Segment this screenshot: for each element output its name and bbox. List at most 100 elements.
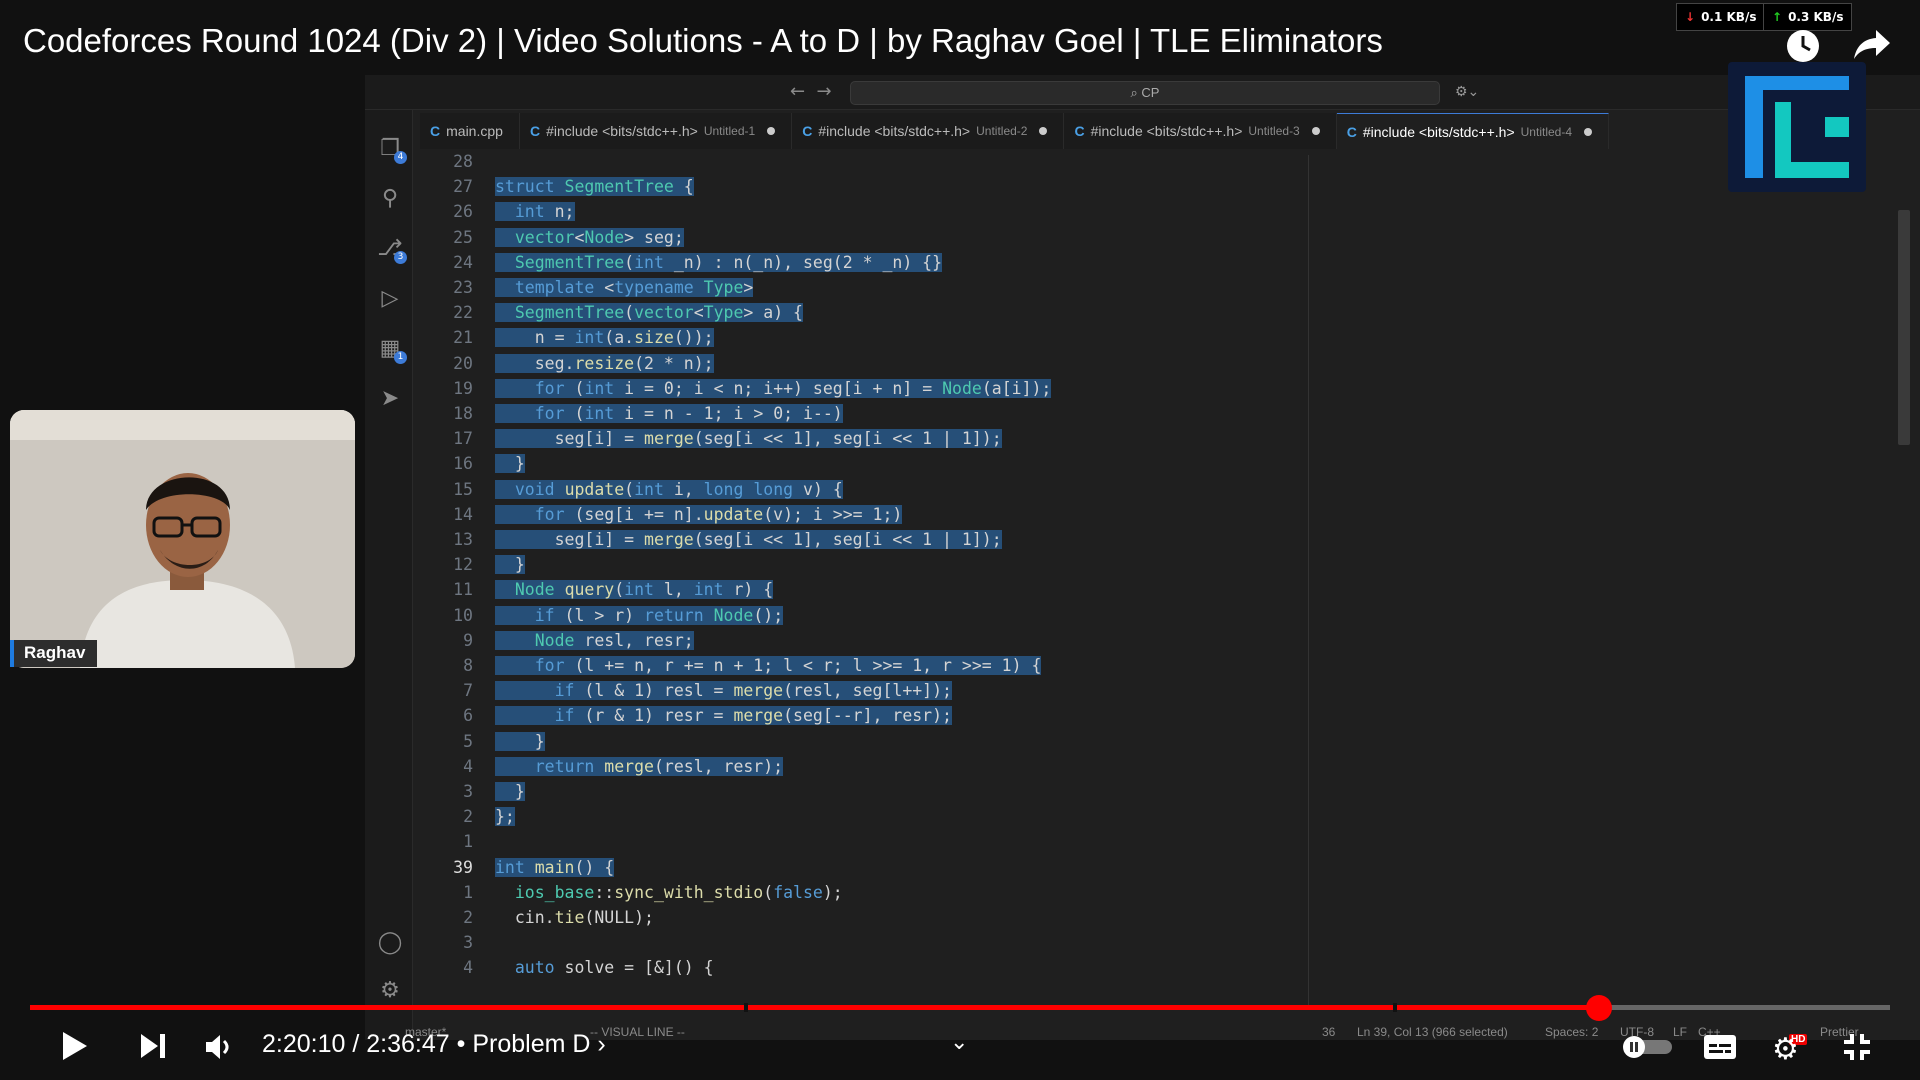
- line-number: 4: [463, 958, 473, 978]
- code-line[interactable]: 25 vector<Node> seg;: [413, 225, 1613, 250]
- code-line[interactable]: 26 int n;: [413, 199, 1613, 224]
- unsaved-dot-icon[interactable]: [1311, 127, 1320, 135]
- explorer-icon[interactable]: ❐ 4: [377, 136, 407, 164]
- code-line[interactable]: 6 if (r & 1) resr = merge(seg[--r], resr…: [413, 703, 1613, 728]
- code-line[interactable]: 1: [413, 829, 1613, 854]
- command-center-label: CP: [1141, 85, 1160, 100]
- editor-tab[interactable]: C #include <bits/stdc++.h> Untitled-2: [792, 113, 1065, 149]
- editor-tab[interactable]: C #include <bits/stdc++.h> Untitled-3: [1064, 113, 1337, 149]
- code-line[interactable]: 7 if (l & 1) resl = merge(resl, seg[l++]…: [413, 678, 1613, 703]
- autoplay-toggle[interactable]: [1622, 1034, 1674, 1063]
- chevron-down-icon[interactable]: ⌄: [950, 1030, 968, 1055]
- editor-tab[interactable]: C #include <bits/stdc++.h> Untitled-4: [1336, 113, 1609, 149]
- code-line[interactable]: 11 Node query(int l, int r) {: [413, 577, 1613, 602]
- code-text: SegmentTree(vector<Type> a) {: [495, 300, 803, 325]
- code-line[interactable]: 16 }: [413, 451, 1613, 476]
- command-center[interactable]: ⌕ CP: [850, 81, 1440, 105]
- code-line[interactable]: 2 cin.tie(NULL);: [413, 905, 1613, 930]
- code-content: };: [495, 807, 515, 827]
- code-text: }: [495, 729, 545, 754]
- code-text: Node query(int l, int r) {: [495, 577, 774, 602]
- volume-icon[interactable]: [204, 1033, 234, 1066]
- tab-description: Untitled-2: [976, 124, 1028, 138]
- code-line[interactable]: 1 ios_base::sync_with_stdio(false);: [413, 880, 1613, 905]
- settings-icon[interactable]: ⚙: [1772, 1032, 1799, 1067]
- editor-tab[interactable]: C #include <bits/stdc++.h> Untitled-1: [519, 113, 793, 149]
- code-line[interactable]: 3 }: [413, 779, 1613, 804]
- code-line[interactable]: 28: [413, 149, 1613, 174]
- editor-scrollbar[interactable]: [1898, 210, 1910, 445]
- code-line[interactable]: 4 return merge(resl, resr);: [413, 754, 1613, 779]
- cursor-position[interactable]: Ln 39, Col 13 (966 selected): [1357, 1025, 1508, 1039]
- code-line[interactable]: 14 for (seg[i += n].update(v); i >>= 1;): [413, 502, 1613, 527]
- code-line[interactable]: 24 SegmentTree(int _n) : n(_n), seg(2 * …: [413, 250, 1613, 275]
- code-text: if (l & 1) resl = merge(resl, seg[l++]);: [495, 678, 952, 703]
- code-line[interactable]: 13 seg[i] = merge(seg[i << 1], seg[i << …: [413, 527, 1613, 552]
- tab-label: #include <bits/stdc++.h>: [1090, 123, 1243, 139]
- code-line[interactable]: 2};: [413, 804, 1613, 829]
- code-line[interactable]: 12 }: [413, 552, 1613, 577]
- line-number: 8: [463, 656, 473, 675]
- code-line[interactable]: 22 SegmentTree(vector<Type> a) {: [413, 300, 1613, 325]
- search-icon[interactable]: ⚲: [377, 186, 403, 212]
- code-line[interactable]: 39 int main() {: [413, 855, 1613, 880]
- code-content: for (int i = n - 1; i > 0; i--): [495, 404, 843, 423]
- code-content: for (l += n, r += n + 1; l < r; l >>= 1,…: [495, 656, 1042, 675]
- unsaved-dot-icon[interactable]: [1039, 127, 1048, 135]
- exit-fullscreen-icon[interactable]: [1842, 1032, 1872, 1067]
- code-line[interactable]: 8 for (l += n, r += n + 1; l < r; l >>= …: [413, 653, 1613, 678]
- line-number: 3: [463, 782, 473, 801]
- code-line[interactable]: 10 if (l > r) return Node();: [413, 603, 1613, 628]
- subtitles-icon[interactable]: [1703, 1034, 1737, 1065]
- code-line[interactable]: 23 template <typename Type>: [413, 275, 1613, 300]
- code-line[interactable]: 19 for (int i = 0; i < n; i++) seg[i + n…: [413, 376, 1613, 401]
- scrubber-knob[interactable]: [1586, 995, 1613, 1021]
- nav-arrows-icon[interactable]: ← →: [790, 81, 832, 102]
- code-editor[interactable]: 28 27 struct SegmentTree {26 int n; 25 vect…: [413, 149, 1913, 1019]
- line-number: 3: [463, 933, 473, 953]
- tab-description: Untitled-1: [703, 124, 756, 138]
- share-icon[interactable]: [1852, 28, 1892, 67]
- code-line[interactable]: 4 auto solve = [&]() {: [413, 955, 1613, 980]
- competitive-companion-icon[interactable]: ➤: [377, 386, 403, 412]
- editor-tab[interactable]: Cmain.cpp: [420, 113, 520, 149]
- account-icon[interactable]: ◯: [377, 930, 403, 956]
- copilot-icon[interactable]: ⚙⌄: [1455, 83, 1479, 100]
- eol-status[interactable]: LF: [1673, 1025, 1687, 1039]
- indent-status[interactable]: Spaces: 2: [1545, 1025, 1598, 1039]
- code-line[interactable]: 17 seg[i] = merge(seg[i << 1], seg[i << …: [413, 426, 1613, 451]
- play-icon[interactable]: [58, 1030, 90, 1067]
- cpp-file-icon: C: [529, 123, 541, 139]
- code-text: for (seg[i += n].update(v); i >>= 1;): [495, 502, 903, 527]
- code-content: Node query(int l, int r) {: [495, 580, 774, 600]
- code-line[interactable]: 27 struct SegmentTree {: [413, 174, 1613, 199]
- code-line[interactable]: 3: [413, 930, 1613, 955]
- run-debug-icon[interactable]: ▷: [377, 286, 403, 312]
- settings-gear-icon[interactable]: ⚙: [377, 978, 403, 1004]
- extensions-icon[interactable]: ▦ 1: [377, 336, 407, 364]
- code-text: cin.tie(NULL);: [495, 905, 654, 930]
- code-line[interactable]: 18 for (int i = n - 1; i > 0; i--): [413, 401, 1613, 426]
- code-content: return merge(resl, resr);: [495, 756, 784, 776]
- code-line[interactable]: 20 seg.resize(2 * n);: [413, 351, 1613, 376]
- line-number: 6: [463, 706, 473, 726]
- cpp-file-icon: C: [802, 123, 813, 139]
- line-number: 27: [453, 177, 473, 197]
- progress-played[interactable]: [30, 1005, 1600, 1010]
- code-text: struct SegmentTree {: [495, 174, 694, 199]
- next-icon[interactable]: [138, 1032, 168, 1065]
- unsaved-dot-icon[interactable]: [1584, 127, 1592, 136]
- code-line[interactable]: 5 }: [413, 729, 1613, 754]
- chapter-title[interactable]: Problem D: [472, 1030, 590, 1058]
- unsaved-dot-icon[interactable]: [767, 127, 776, 135]
- code-line[interactable]: 15 void update(int i, long long v) {: [413, 477, 1613, 502]
- source-control-icon[interactable]: ⎇ 3: [377, 236, 407, 264]
- code-content: SegmentTree(int _n) : n(_n), seg(2 * _n)…: [495, 252, 943, 272]
- code-line[interactable]: 21 n = int(a.size());: [413, 325, 1613, 350]
- watch-later-icon[interactable]: [1785, 28, 1821, 69]
- video-player[interactable]: ← → ⌕ CP ⚙⌄ Cmain.cpp C #include <bits/std…: [0, 0, 1920, 1080]
- line-number: 25: [453, 227, 473, 247]
- vscode-titlebar: ← → ⌕ CP ⚙⌄: [365, 75, 1920, 110]
- code-line[interactable]: 9 Node resl, resr;: [413, 628, 1613, 653]
- code-text: }: [495, 451, 525, 476]
